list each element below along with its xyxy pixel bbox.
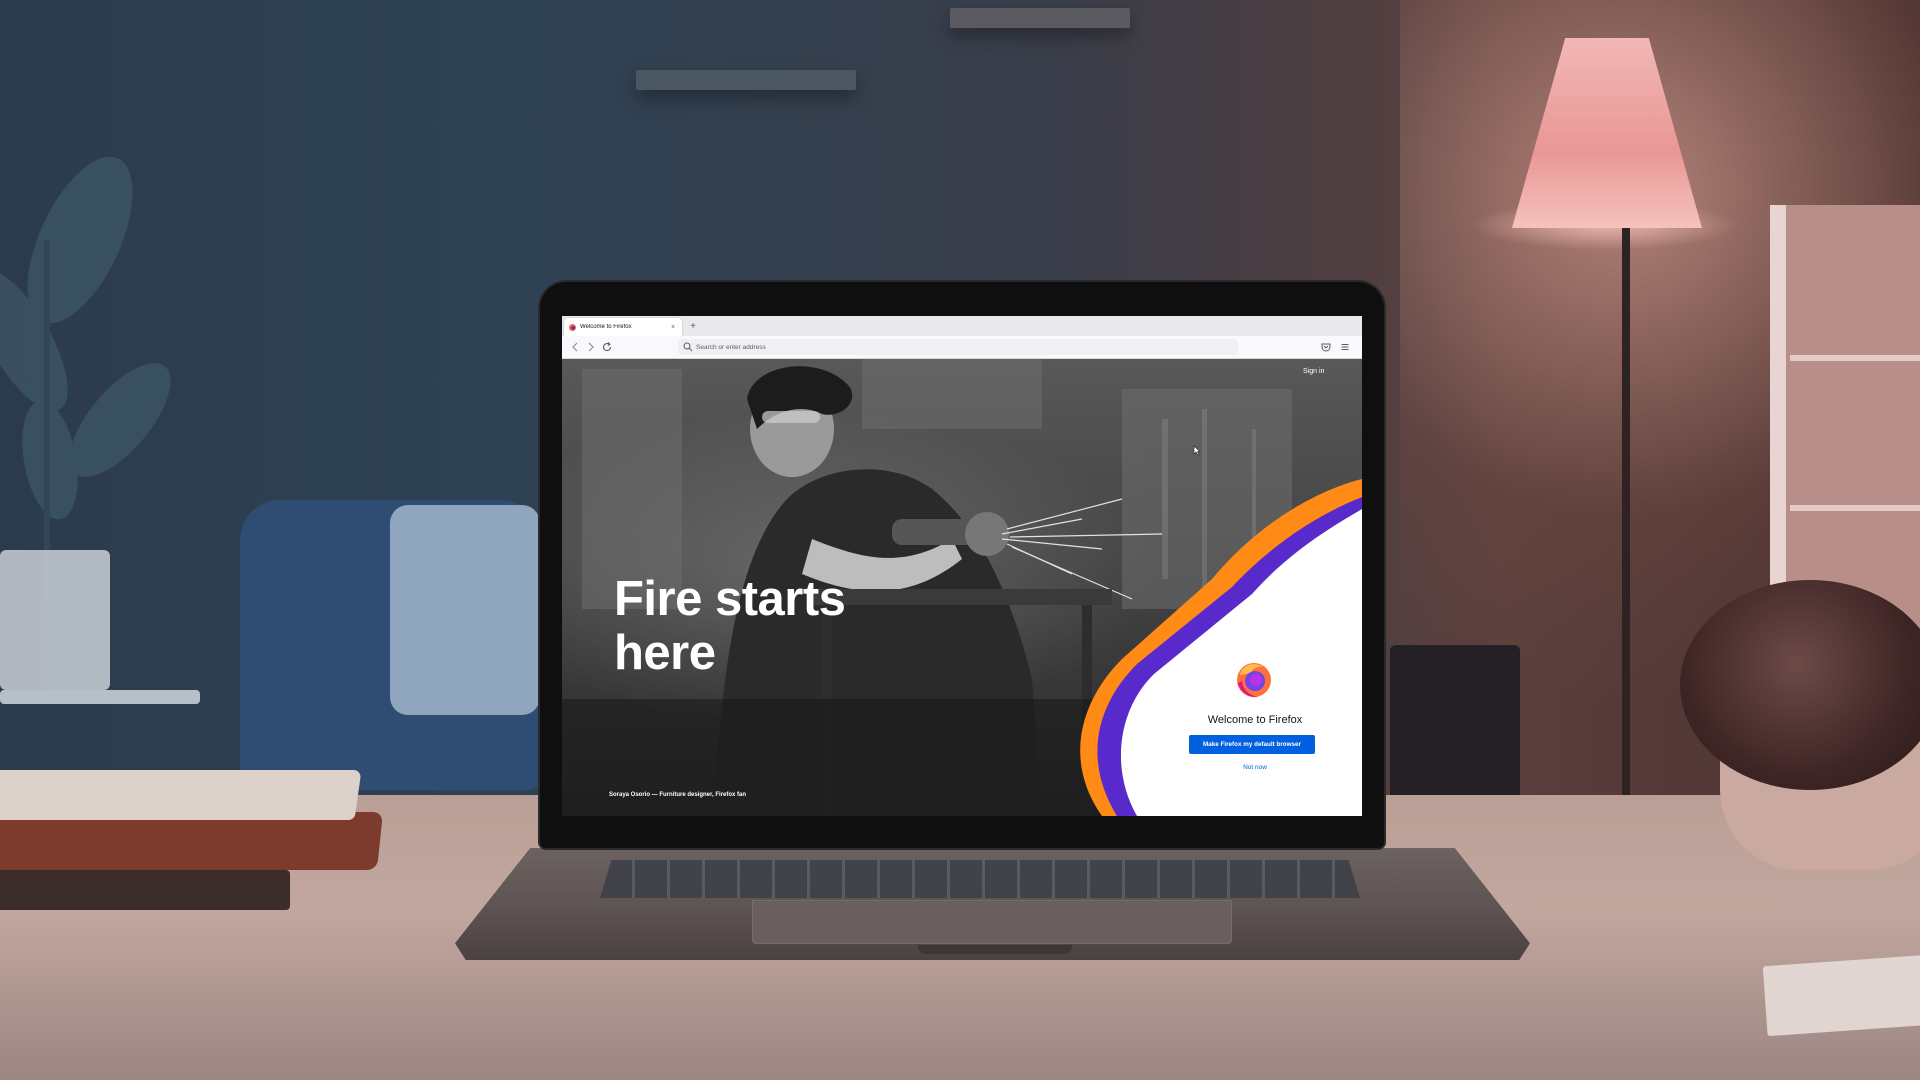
arrow-left-icon [572,342,578,352]
menu-button[interactable] [1338,340,1352,354]
reload-button[interactable] [600,340,614,354]
book-stack [0,770,390,910]
firefox-logo-icon [569,323,576,331]
arrow-right-icon [588,342,594,352]
welcome-page: Sign in Fire starts here Soraya Osorio —… [562,359,1362,816]
wall-shelf-right [950,8,1130,28]
paper-sheet [1762,953,1920,1037]
pocket-icon [1321,343,1331,352]
forward-button[interactable] [584,340,598,354]
url-bar[interactable] [678,339,1238,355]
tab-bar: Welcome to Firefox × + [562,316,1362,336]
tab-title: Welcome to Firefox [580,324,632,330]
mouse-cursor-icon [1193,445,1201,456]
browser-window: Welcome to Firefox × + Search or enter a… [562,316,1362,816]
tab-welcome[interactable]: Welcome to Firefox × [564,318,682,336]
reload-icon [602,342,612,352]
hamburger-menu-icon [1341,344,1349,350]
navigation-toolbar [562,336,1362,359]
side-table [0,690,200,704]
not-now-link[interactable]: Not now [1182,764,1328,771]
close-icon[interactable]: × [668,324,678,331]
firefox-logo-icon [1237,663,1271,698]
lamp-pole [1622,228,1630,808]
bookcase [1770,205,1920,645]
make-default-browser-button[interactable]: Make Firefox my default browser [1189,735,1315,754]
laptop-keyboard [600,860,1360,898]
pocket-button[interactable] [1319,340,1333,354]
address-input[interactable] [694,343,1216,351]
laptop-trackpad [752,900,1232,944]
welcome-title: Welcome to Firefox [1207,714,1303,726]
bookcase-shelf [1790,355,1920,361]
wall-shelf [636,70,856,90]
book-pages [0,770,362,820]
new-tab-button[interactable]: + [686,320,700,334]
back-button[interactable] [568,340,582,354]
book-lower [0,870,290,910]
bookcase-shelf [1790,505,1920,511]
book-cover [0,812,384,870]
plant-pot-left [0,550,110,690]
search-icon [683,342,693,352]
laptop-front-notch [918,945,1072,954]
armchair-cushion [390,505,540,715]
